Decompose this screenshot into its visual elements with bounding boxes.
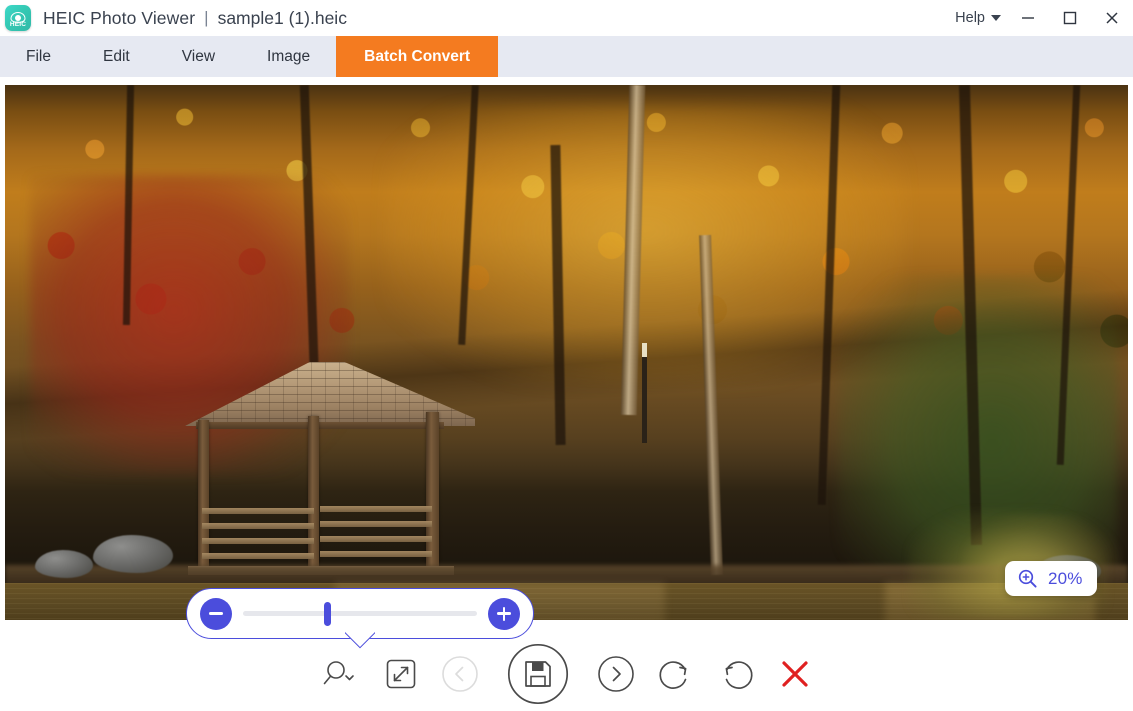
shelter-post xyxy=(308,416,319,568)
expand-arrows-icon xyxy=(386,659,415,688)
shelter-post xyxy=(426,412,439,568)
close-button[interactable] xyxy=(1091,0,1133,36)
shelter-rail xyxy=(320,536,432,542)
titlebar: HEIC HEIC Photo Viewer | sample1 (1).hei… xyxy=(0,0,1133,36)
save-button[interactable] xyxy=(507,643,569,705)
chevron-down-icon xyxy=(991,15,1001,21)
menu-item-file[interactable]: File xyxy=(0,36,77,77)
heic-app-icon: HEIC xyxy=(5,5,31,31)
eye-pupil-icon xyxy=(15,14,21,21)
minus-icon xyxy=(209,612,223,615)
fit-to-screen-button[interactable] xyxy=(383,656,419,692)
menu-item-edit[interactable]: Edit xyxy=(77,36,156,77)
bottom-toolbar xyxy=(0,636,1133,711)
minimize-icon xyxy=(1022,17,1034,19)
shelter-beam xyxy=(196,422,444,429)
close-icon xyxy=(1106,12,1118,24)
red-x-icon xyxy=(781,660,808,687)
plus-icon-vertical xyxy=(502,606,506,621)
zoom-level-value: 20% xyxy=(1048,568,1083,588)
menu-item-batch-convert[interactable]: Batch Convert xyxy=(336,36,499,77)
menu-item-image[interactable]: Image xyxy=(241,36,336,77)
heic-photo-viewer-window: HEIC HEIC Photo Viewer | sample1 (1).hei… xyxy=(0,0,1133,711)
rock xyxy=(93,535,173,573)
rock xyxy=(35,550,93,578)
next-image-button[interactable] xyxy=(597,655,635,693)
zoom-slider-track[interactable] xyxy=(243,611,477,616)
rotate-left-button[interactable] xyxy=(657,655,695,693)
shelter-rail xyxy=(202,508,314,514)
rotate-counterclockwise-icon xyxy=(658,660,686,689)
zoom-in-magnifier-icon xyxy=(1018,569,1037,588)
menubar: File Edit View Image Batch Convert xyxy=(0,36,1133,77)
help-menu-button[interactable]: Help xyxy=(949,6,1007,30)
wooden-shelter xyxy=(180,360,480,590)
zoom-slider-pointer xyxy=(345,630,375,649)
app-icon-label: HEIC xyxy=(9,21,27,28)
shelter-post xyxy=(198,420,209,570)
app-title: HEIC Photo Viewer xyxy=(43,7,196,28)
chevron-right-circle-icon xyxy=(597,655,634,692)
menu-item-view[interactable]: View xyxy=(156,36,241,77)
current-file-name: sample1 (1).heic xyxy=(217,7,347,28)
zoom-slider-thumb[interactable] xyxy=(323,601,331,626)
rotate-right-button[interactable] xyxy=(717,655,755,693)
help-menu-label: Help xyxy=(955,10,985,26)
zoom-out-button[interactable] xyxy=(200,597,232,630)
shelter-rail xyxy=(320,551,432,557)
delete-button[interactable] xyxy=(777,656,813,692)
image-viewport[interactable] xyxy=(5,85,1128,620)
zoom-level-badge[interactable]: 20% xyxy=(1005,561,1097,596)
title-separator: | xyxy=(204,8,209,27)
shelter-rail xyxy=(202,553,314,559)
zoom-dropdown-button[interactable] xyxy=(321,657,361,691)
floppy-disk-icon xyxy=(507,643,568,704)
magnifier-chevron-icon xyxy=(323,660,354,684)
shelter-rail xyxy=(202,538,314,544)
zoom-slider-track-area[interactable] xyxy=(243,598,477,630)
shelter-rail xyxy=(320,521,432,527)
shelter-rail xyxy=(202,523,314,529)
maximize-icon xyxy=(1063,11,1077,25)
chevron-left-circle-icon xyxy=(441,655,478,692)
zoom-in-button[interactable] xyxy=(488,597,520,630)
titlebar-right-controls: Help xyxy=(949,0,1133,36)
rotate-clockwise-icon xyxy=(725,660,753,689)
maximize-button[interactable] xyxy=(1049,0,1091,36)
shelter-rail xyxy=(320,506,432,512)
lamp-post xyxy=(642,343,647,443)
previous-image-button[interactable] xyxy=(441,655,479,693)
minimize-button[interactable] xyxy=(1007,0,1049,36)
